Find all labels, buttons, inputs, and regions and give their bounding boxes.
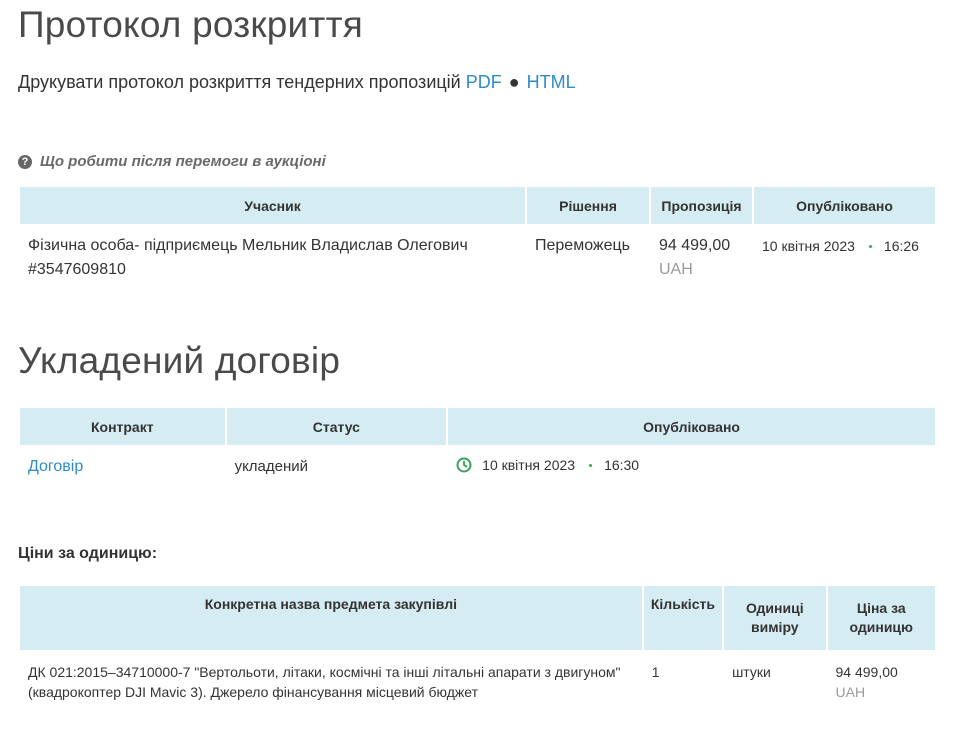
item-price: 94 499,00 (835, 664, 898, 680)
page-title: Протокол розкриття (18, 4, 363, 45)
column-header-participant: Учасник (20, 187, 525, 224)
item-price-cell: 94 499,00 UAH (828, 650, 935, 702)
bullet-dot (589, 464, 593, 467)
contract-section-title: Укладений договір (18, 340, 341, 381)
offer-amount: 94 499,00 (659, 237, 731, 254)
help-link-text[interactable]: Що робити після перемоги в аукціоні (40, 153, 326, 170)
published-time: 16:26 (883, 238, 919, 254)
table-row: Фізична особа- підприємець Мельник Влади… (20, 224, 935, 282)
bullet-dot (868, 245, 872, 248)
html-link[interactable]: HTML (527, 72, 576, 92)
unit-prices-label: Ціни за одиницю: (18, 545, 158, 562)
column-header-contract: Контракт (20, 408, 225, 445)
offer-currency: UAH (659, 261, 693, 278)
column-header-published: Опубліковано (754, 187, 935, 224)
clock-icon (456, 457, 472, 473)
decision-value: Переможець (535, 237, 631, 254)
question-circle-icon: ? (18, 155, 32, 169)
bids-table-header-row: Учасник Рішення Пропозиція Опубліковано (20, 187, 935, 224)
separator-dot: ● (508, 72, 520, 92)
published-time: 16:30 (604, 457, 640, 473)
item-unit: штуки (732, 664, 771, 680)
published-date: 10 квітня 2023 (762, 238, 855, 254)
published-date: 10 квітня 2023 (482, 457, 576, 473)
item-name: ДК 021:2015–34710000-7 "Вертольоти, літа… (28, 664, 621, 700)
column-header-unit: Одиниці виміру (724, 586, 826, 650)
print-protocol-line: Друкувати протокол розкриття тендерних п… (18, 72, 576, 93)
contract-table: Контракт Статус Опубліковано Договір укл… (18, 408, 937, 477)
unit-prices-table: Конкретна назва предмета закупівлі Кільк… (18, 586, 937, 702)
published-cell: 10 квітня 2023 16:30 (448, 445, 935, 477)
item-currency: UAH (835, 684, 866, 700)
column-header-unit-price: Ціна за одиницю (827, 586, 935, 650)
column-header-published: Опубліковано (448, 408, 935, 445)
column-header-quantity: Кількість (643, 586, 723, 650)
bids-table: Учасник Рішення Пропозиція Опубліковано … (18, 187, 937, 282)
pdf-link[interactable]: PDF (466, 72, 502, 92)
table-row: ДК 021:2015–34710000-7 "Вертольоти, літа… (20, 650, 935, 702)
column-header-item-name: Конкретна назва предмета закупівлі (20, 586, 642, 650)
contract-table-header-row: Контракт Статус Опубліковано (20, 408, 935, 445)
column-header-decision: Рішення (527, 187, 649, 224)
unit-prices-header-row: Конкретна назва предмета закупівлі Кільк… (20, 586, 935, 650)
status-value: укладений (234, 458, 309, 475)
column-header-offer: Пропозиція (651, 187, 752, 224)
table-row: Договір укладений 10 квітня 2023 16:30 (20, 445, 935, 477)
column-header-status: Статус (226, 408, 447, 445)
contract-cell: Договір (20, 445, 225, 477)
contract-link[interactable]: Договір (28, 458, 83, 475)
participant-name: Фізична особа- підприємець Мельник Влади… (28, 237, 468, 278)
published-cell: 10 квітня 2023 16:26 (754, 224, 935, 282)
print-protocol-text: Друкувати протокол розкриття тендерних п… (18, 72, 461, 92)
help-link[interactable]: ? Що робити після перемоги в аукціоні (18, 153, 326, 170)
offer-cell: 94 499,00 UAH (651, 224, 752, 282)
item-quantity: 1 (651, 664, 660, 680)
